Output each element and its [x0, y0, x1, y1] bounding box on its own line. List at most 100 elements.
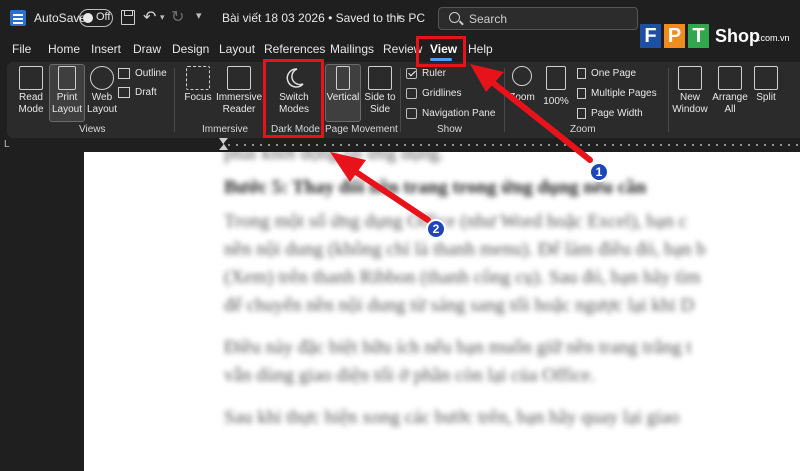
document-page[interactable]: phải khởi động lại ứng dụng. Bước 5: Tha…	[84, 152, 800, 471]
chevron-down-icon[interactable]: ▾	[397, 12, 402, 23]
split-label: Split	[756, 92, 776, 103]
step-badge-1: 1	[589, 162, 609, 182]
page-width-icon	[577, 108, 586, 119]
read-mode-button[interactable]: Read Mode	[13, 66, 49, 116]
immersive-reader-button[interactable]: Immersive Reader	[215, 66, 263, 116]
new-window-icon	[678, 66, 702, 90]
draft-icon	[118, 87, 130, 98]
tab-references[interactable]: References	[264, 42, 325, 56]
arrange-all-icon	[718, 66, 742, 90]
draft-button[interactable]: Draft	[118, 87, 157, 98]
autosave-toggle[interactable]: Off	[79, 9, 113, 27]
print-layout-label: Print Layout	[51, 92, 83, 115]
page-movement-group-label: Page Movement	[325, 124, 398, 135]
tab-file[interactable]: File	[12, 42, 31, 56]
document-text: phải khởi động lại ứng dụng. Bước 5: Tha…	[224, 152, 800, 432]
doc-line: Sau khi thực hiện xong các bước trên, bạ…	[224, 407, 680, 428]
document-canvas: phải khởi động lại ứng dụng. Bước 5: Tha…	[0, 152, 800, 471]
toggle-knob	[83, 13, 93, 23]
multiple-pages-icon	[577, 88, 586, 99]
gridlines-label: Gridlines	[422, 88, 462, 99]
word-app-icon	[10, 10, 26, 26]
focus-button[interactable]: Focus	[181, 66, 215, 104]
tab-stop-selector[interactable]: L	[4, 139, 10, 150]
save-icon[interactable]	[121, 10, 135, 25]
page-icon	[58, 66, 76, 90]
multiple-pages-label: Multiple Pages	[591, 88, 657, 99]
switch-modes-highlight	[263, 59, 324, 138]
arrange-all-label: Arrange All	[712, 92, 748, 115]
doc-line: vẫn dùng giao diện tối ở phần còn lại củ…	[224, 365, 596, 386]
logo-letter-t: T	[688, 24, 709, 48]
separator	[174, 68, 175, 132]
side-to-side-button[interactable]: Side to Side	[363, 66, 397, 116]
search-icon	[449, 12, 460, 23]
split-button[interactable]: Split	[751, 66, 781, 104]
gridlines-check-icon	[406, 88, 417, 99]
side-to-side-label: Side to Side	[364, 92, 396, 115]
undo-icon[interactable]: ↶	[143, 7, 156, 27]
doc-line: phải khởi động lại ứng dụng.	[224, 152, 444, 164]
arrange-all-button[interactable]: Arrange All	[711, 66, 749, 116]
logo-domain-text: .com.vn	[758, 33, 790, 43]
outline-icon	[118, 68, 130, 79]
one-page-button[interactable]: One Page	[577, 68, 636, 79]
gridlines-checkbox[interactable]: Gridlines	[406, 88, 461, 99]
outline-button[interactable]: Outline	[118, 68, 167, 79]
logo-letter-p: P	[664, 24, 685, 48]
page-width-label: Page Width	[591, 108, 643, 119]
navigation-pane-label: Navigation Pane	[422, 108, 496, 119]
zoom-100-label: 100%	[543, 96, 569, 107]
ruler-track[interactable]	[225, 143, 800, 147]
tab-draw[interactable]: Draw	[133, 42, 161, 56]
vertical-scroll-icon	[336, 66, 350, 90]
vertical-button[interactable]: Vertical	[325, 66, 361, 104]
document-title[interactable]: Bài viết 18 03 2026 • Saved to this PC	[222, 11, 425, 25]
doc-line: nền nội dung (không chỉ là thanh menu). …	[224, 239, 706, 260]
autosave-state: Off	[96, 11, 111, 23]
tab-help[interactable]: Help	[468, 42, 493, 56]
ruler-check-icon	[406, 68, 417, 79]
customize-qat-icon[interactable]: ▾	[196, 9, 202, 22]
read-mode-label: Read Mode	[18, 92, 44, 115]
tab-design[interactable]: Design	[172, 42, 209, 56]
ruler-checkbox[interactable]: Ruler	[406, 68, 446, 79]
tab-home[interactable]: Home	[48, 42, 80, 56]
zoom-label: Zoom	[509, 92, 535, 103]
logo-shop-text: Shop	[715, 26, 760, 46]
new-window-button[interactable]: New Window	[671, 66, 709, 116]
show-group-label: Show	[437, 124, 463, 135]
undo-dropdown-icon[interactable]: ▾	[160, 12, 165, 23]
ruler-label: Ruler	[422, 68, 446, 79]
zoom-100-button[interactable]: 100%	[540, 66, 572, 108]
ruler: L	[0, 138, 800, 152]
logo-letter-f: F	[640, 24, 661, 48]
view-tab-highlight	[416, 36, 466, 67]
hundred-percent-icon	[546, 66, 566, 90]
web-layout-button[interactable]: Web Layout	[87, 66, 117, 116]
tab-mailings[interactable]: Mailings	[330, 42, 374, 56]
doc-line: để chuyển nền nội dung từ sáng sang tối …	[224, 295, 695, 316]
views-group-label: Views	[79, 124, 106, 135]
search-box[interactable]	[438, 7, 638, 30]
zoom-button[interactable]: Zoom	[506, 66, 538, 104]
fpt-shop-logo: F P T Shop .com.vn	[640, 24, 800, 54]
immersive-reader-label: Immersive Reader	[215, 92, 263, 115]
search-input[interactable]	[469, 12, 629, 26]
tab-insert[interactable]: Insert	[91, 42, 121, 56]
print-layout-button[interactable]: Print Layout	[49, 66, 85, 116]
new-window-label: New Window	[672, 92, 708, 115]
navigation-pane-checkbox[interactable]: Navigation Pane	[406, 108, 495, 119]
doc-line: (Xem) trên thanh Ribbon (thanh công cụ).…	[224, 267, 701, 288]
doc-heading: Bước 5: Thay đổi nền trang trong ứng dụn…	[224, 177, 647, 198]
focus-icon	[186, 66, 210, 90]
separator	[504, 68, 505, 132]
redo-icon[interactable]: ↻	[171, 7, 184, 27]
tab-layout[interactable]: Layout	[219, 42, 255, 56]
split-icon	[754, 66, 778, 90]
multiple-pages-button[interactable]: Multiple Pages	[577, 88, 657, 99]
book-icon	[19, 66, 43, 90]
page-width-button[interactable]: Page Width	[577, 108, 643, 119]
one-page-label: One Page	[591, 68, 637, 79]
immersive-group-label: Immersive	[202, 124, 249, 135]
